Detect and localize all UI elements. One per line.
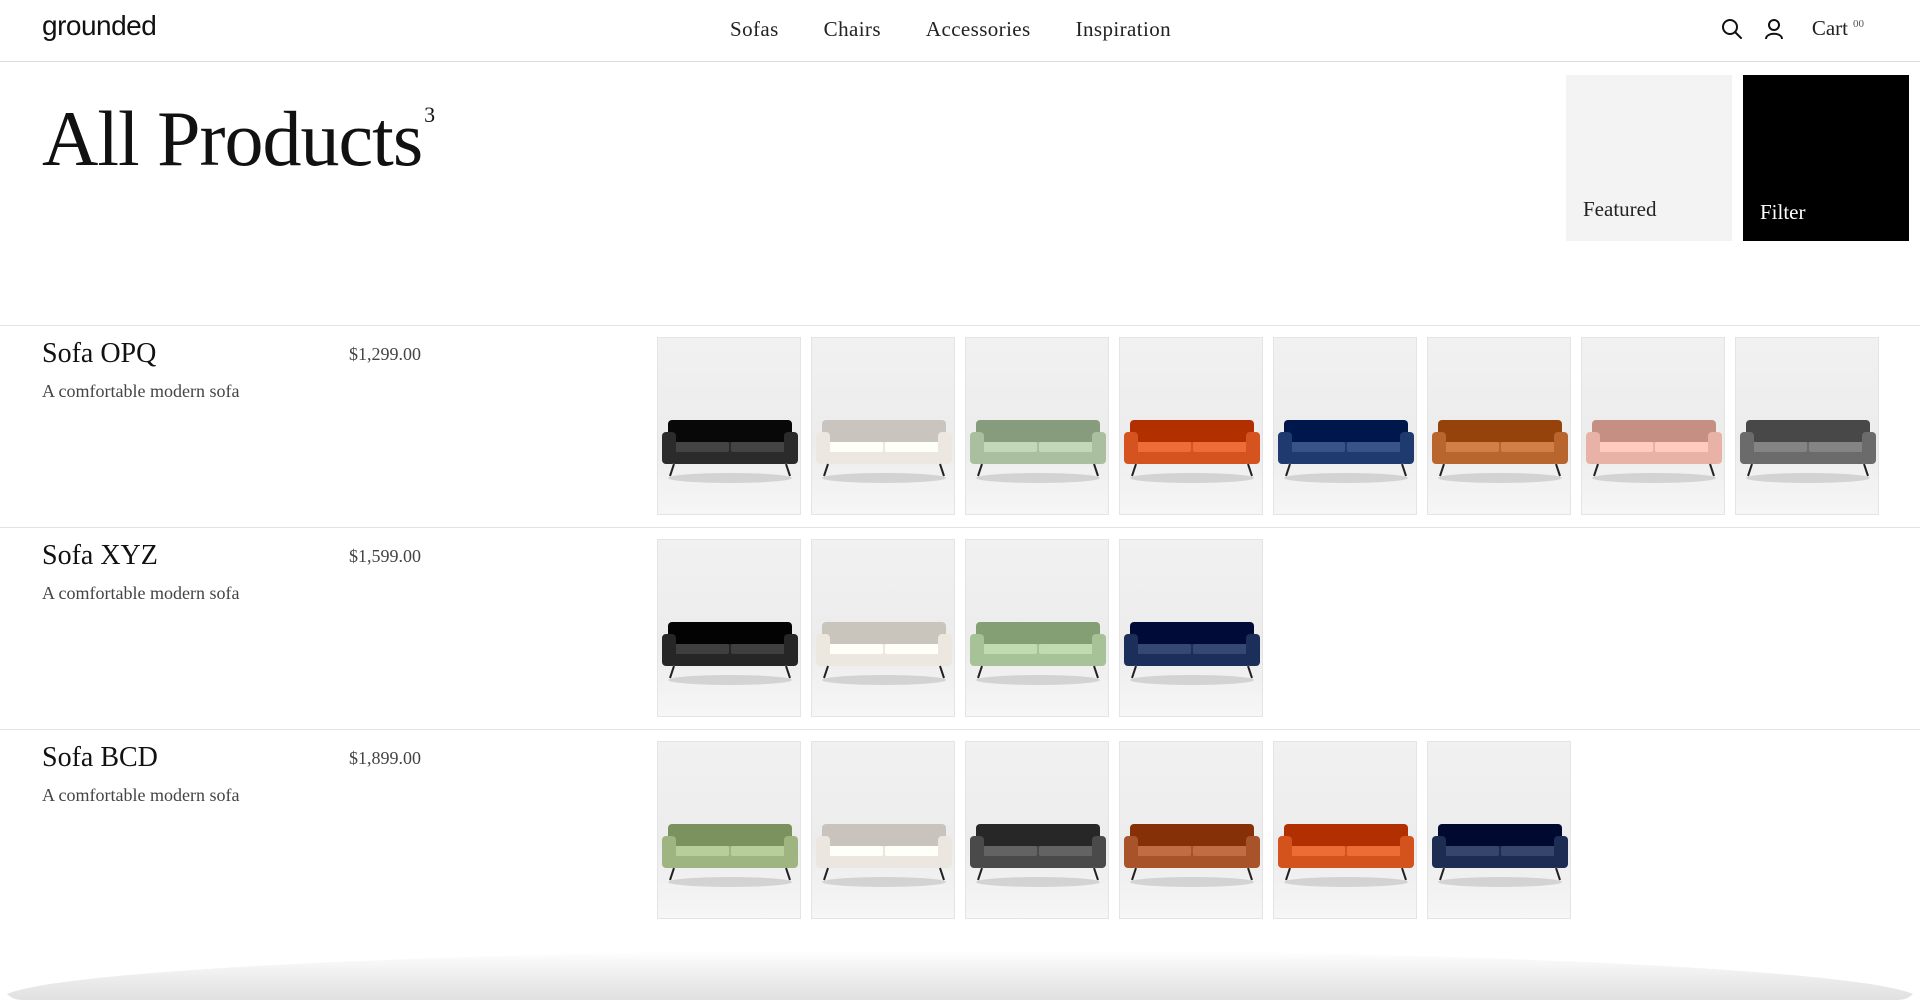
product-price: $1,299.00 (349, 344, 421, 364)
product-thumbnail[interactable] (1119, 539, 1263, 717)
sofa-image (816, 420, 952, 483)
sofa-image (970, 824, 1106, 887)
sofa-image (1278, 824, 1414, 887)
site-header: grounded Sofas Chairs Accessories Inspir… (0, 0, 1920, 62)
product-price: $1,899.00 (349, 748, 421, 768)
nav-inspiration[interactable]: Inspiration (1076, 17, 1171, 42)
product-thumbnail[interactable] (1427, 337, 1571, 515)
product-thumbnail[interactable] (965, 337, 1109, 515)
sofa-image (970, 420, 1106, 483)
sofa-image (816, 622, 952, 685)
product-name[interactable]: Sofa OPQ (42, 338, 156, 370)
featured-sort-button[interactable]: Featured (1566, 75, 1732, 241)
header-actions: Cart 00 (1720, 16, 1864, 41)
featured-label: Featured (1583, 197, 1657, 221)
logo[interactable]: grounded (42, 10, 157, 42)
cart-label: Cart (1811, 16, 1848, 40)
nav-sofas[interactable]: Sofas (730, 17, 779, 42)
sofa-image (662, 622, 798, 685)
product-row[interactable]: Sofa BCD A comfortable modern sofa $1,89… (0, 729, 1920, 931)
product-price: $1,599.00 (349, 546, 421, 566)
sofa-image (1432, 824, 1568, 887)
filter-button[interactable]: Filter (1743, 75, 1909, 241)
product-name[interactable]: Sofa XYZ (42, 540, 158, 572)
sofa-image (1432, 420, 1568, 483)
product-count: 3 (424, 102, 435, 127)
sofa-image (1124, 824, 1260, 887)
product-thumbnails (657, 539, 1263, 717)
product-description: A comfortable modern sofa (42, 583, 240, 603)
product-thumbnail[interactable] (1581, 337, 1725, 515)
filter-label: Filter (1760, 200, 1806, 224)
sofa-image (1586, 420, 1722, 483)
product-thumbnail[interactable] (1119, 337, 1263, 515)
product-name[interactable]: Sofa BCD (42, 742, 158, 774)
sofa-image (1124, 420, 1260, 483)
sofa-image (1740, 420, 1876, 483)
product-thumbnail[interactable] (1273, 741, 1417, 919)
sofa-image (816, 824, 952, 887)
product-thumbnails (657, 741, 1571, 919)
page-title-text: All Products (42, 95, 423, 182)
cart-link[interactable]: Cart 00 (1812, 16, 1864, 41)
product-thumbnail[interactable] (811, 337, 955, 515)
sofa-image (662, 420, 798, 483)
main-nav: Sofas Chairs Accessories Inspiration (730, 17, 1171, 42)
product-thumbnail[interactable] (657, 539, 801, 717)
page-title: All Products3 (42, 94, 435, 184)
product-thumbnail[interactable] (1119, 741, 1263, 919)
product-description: A comfortable modern sofa (42, 785, 240, 805)
product-thumbnails (657, 337, 1879, 515)
sofa-image (970, 622, 1106, 685)
page-frame: grounded Sofas Chairs Accessories Inspir… (0, 0, 1920, 1000)
sofa-image (662, 824, 798, 887)
product-row[interactable]: Sofa XYZ A comfortable modern sofa $1,59… (0, 527, 1920, 729)
sofa-image (1278, 420, 1414, 483)
nav-accessories[interactable]: Accessories (926, 17, 1031, 42)
search-icon[interactable] (1720, 17, 1744, 41)
product-thumbnail[interactable] (1273, 337, 1417, 515)
product-thumbnail[interactable] (657, 337, 801, 515)
product-thumbnail[interactable] (965, 741, 1109, 919)
product-description: A comfortable modern sofa (42, 381, 240, 401)
nav-chairs[interactable]: Chairs (824, 17, 881, 42)
product-thumbnail[interactable] (657, 741, 801, 919)
cart-count: 00 (1853, 18, 1864, 30)
bottom-shadow (0, 950, 1920, 1000)
product-row[interactable]: Sofa OPQ A comfortable modern sofa $1,29… (0, 325, 1920, 527)
sofa-image (1124, 622, 1260, 685)
product-thumbnail[interactable] (811, 741, 955, 919)
user-icon[interactable] (1762, 17, 1786, 41)
product-thumbnail[interactable] (965, 539, 1109, 717)
product-thumbnail[interactable] (1735, 337, 1879, 515)
product-thumbnail[interactable] (811, 539, 955, 717)
product-thumbnail[interactable] (1427, 741, 1571, 919)
